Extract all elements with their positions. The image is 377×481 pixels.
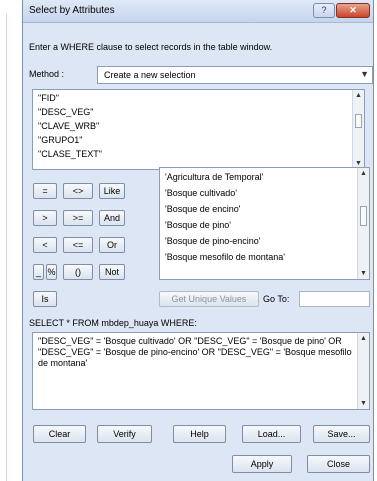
scroll-thumb[interactable]: [355, 114, 362, 128]
scroll-down-icon[interactable]: ▼: [355, 160, 362, 167]
prompt-text: Enter a WHERE clause to select records i…: [29, 42, 273, 52]
page: Select by Attributes ? ✕ Enter a WHERE c…: [0, 0, 377, 481]
fields-scrollbar[interactable]: ▲ ▼: [352, 90, 364, 169]
underscore-button[interactable]: _: [33, 264, 44, 280]
chevron-down-icon[interactable]: ▼: [360, 69, 369, 79]
not-equal-button[interactable]: <>: [63, 183, 93, 199]
go-to-label: Go To:: [263, 294, 290, 304]
greater-than-button[interactable]: >: [33, 210, 57, 226]
field-item[interactable]: "GRUPO1": [38, 135, 82, 145]
scroll-down-icon[interactable]: ▼: [360, 400, 367, 407]
expression-scrollbar[interactable]: ▲ ▼: [357, 333, 369, 409]
select-by-attributes-dialog: Select by Attributes ? ✕ Enter a WHERE c…: [22, 0, 374, 481]
values-list[interactable]: 'Agricultura de Temporal' 'Bosque cultiv…: [159, 167, 370, 280]
verify-button[interactable]: Verify: [97, 425, 152, 443]
method-selected: Create a new selection: [104, 70, 196, 80]
clear-button[interactable]: Clear: [33, 425, 86, 443]
or-button[interactable]: Or: [99, 237, 125, 253]
equals-button[interactable]: =: [33, 183, 57, 199]
sql-label: SELECT * FROM mbdep_huaya WHERE:: [29, 318, 197, 328]
get-unique-values-button[interactable]: Get Unique Values: [159, 291, 259, 307]
window-title: Select by Attributes: [29, 5, 115, 16]
method-label: Method :: [29, 69, 65, 79]
help-title-button[interactable]: ?: [313, 3, 335, 18]
field-item[interactable]: "DESC_VEG": [38, 107, 93, 117]
is-button[interactable]: Is: [33, 291, 57, 307]
field-item[interactable]: "FID": [38, 93, 59, 103]
apply-button[interactable]: Apply: [232, 455, 292, 473]
and-button[interactable]: And: [99, 210, 125, 226]
load-button[interactable]: Load...: [242, 425, 301, 443]
where-clause-textarea[interactable]: "DESC_VEG" = 'Bosque cultivado' OR "DESC…: [32, 332, 370, 410]
close-button[interactable]: Close: [307, 455, 370, 473]
title-bar: Select by Attributes ? ✕: [23, 0, 373, 23]
where-clause-text: "DESC_VEG" = 'Bosque cultivado' OR "DESC…: [38, 336, 352, 368]
parentheses-button[interactable]: (): [63, 264, 93, 280]
save-button[interactable]: Save...: [313, 425, 370, 443]
background-divider: [6, 14, 7, 481]
like-button[interactable]: Like: [99, 183, 125, 199]
help-button[interactable]: Help: [173, 425, 226, 443]
scroll-up-icon[interactable]: ▲: [360, 170, 367, 177]
value-item[interactable]: 'Bosque de pino': [165, 220, 231, 230]
field-item[interactable]: "CLASE_TEXT": [38, 149, 102, 159]
value-item[interactable]: 'Bosque cultivado': [165, 188, 237, 198]
scroll-up-icon[interactable]: ▲: [360, 335, 367, 342]
scroll-up-icon[interactable]: ▲: [355, 92, 362, 99]
value-item[interactable]: 'Bosque de encino': [165, 204, 241, 214]
value-item[interactable]: 'Bosque de pino-encino': [165, 236, 261, 246]
value-item[interactable]: 'Agricultura de Temporal': [165, 172, 263, 182]
scroll-down-icon[interactable]: ▼: [360, 270, 367, 277]
close-title-button[interactable]: ✕: [336, 3, 370, 18]
less-equal-button[interactable]: <=: [63, 237, 93, 253]
less-than-button[interactable]: <: [33, 237, 57, 253]
fields-list[interactable]: "FID" "DESC_VEG" "CLAVE_WRB" "GRUPO1" "C…: [32, 89, 365, 170]
value-item[interactable]: 'Bosque mesofilo de montana': [165, 252, 285, 262]
greater-equal-button[interactable]: >=: [63, 210, 93, 226]
percent-button[interactable]: %: [46, 264, 57, 280]
scroll-thumb[interactable]: [360, 206, 367, 226]
method-dropdown[interactable]: Create a new selection ▼: [97, 66, 373, 84]
go-to-input[interactable]: [299, 291, 370, 307]
field-item[interactable]: "CLAVE_WRB": [38, 121, 99, 131]
not-button[interactable]: Not: [99, 264, 125, 280]
values-scrollbar[interactable]: ▲ ▼: [357, 168, 369, 279]
